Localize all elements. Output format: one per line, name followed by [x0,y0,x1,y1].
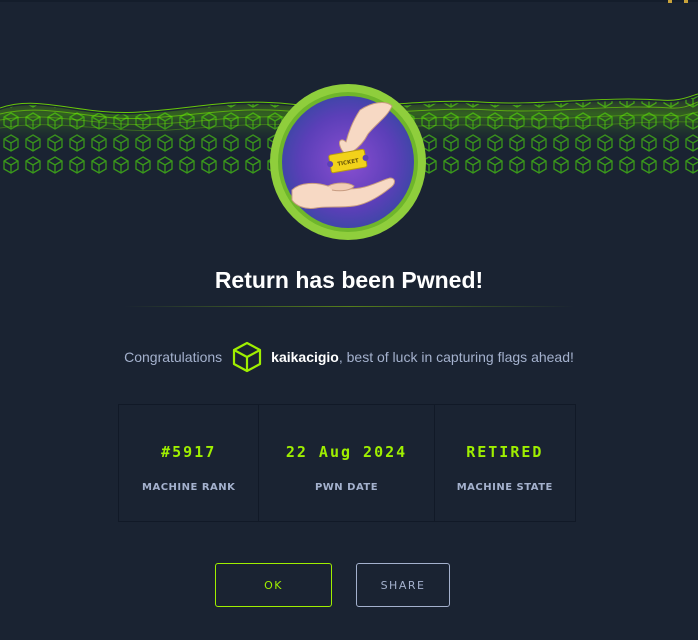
congrats-suffix: , best of luck in capturing flags ahead! [338,349,574,365]
stat-value: #5917 [161,443,217,461]
corner-dots [668,0,688,3]
stats-panel: #5917 MACHINE RANK 22 Aug 2024 PWN DATE … [118,404,576,522]
stat-value: RETIRED [466,443,544,461]
page-title: Return has been Pwned! [214,267,484,293]
stat-machine-state: RETIRED MACHINE STATE [433,405,575,521]
ok-button[interactable]: OK [215,563,332,607]
stat-pwn-date: 22 Aug 2024 PWN DATE [258,405,433,521]
cube-icon [233,341,262,373]
stat-machine-rank: #5917 MACHINE RANK [119,405,258,521]
ticket-handoff-icon: TICKET [270,84,426,240]
share-button[interactable]: SHARE [356,563,450,607]
stat-label: MACHINE RANK [142,482,236,493]
stat-value: 22 Aug 2024 [285,443,408,461]
congrats-prefix: Congratulations [124,349,223,365]
congratulations-message: Congratulations kaikacigio , best of luc… [0,340,698,374]
title-divider [124,306,574,307]
stat-label: PWN DATE [314,482,379,493]
stat-label: MACHINE STATE [456,482,553,493]
username: kaikacigio [271,349,339,365]
top-edge [0,0,698,2]
